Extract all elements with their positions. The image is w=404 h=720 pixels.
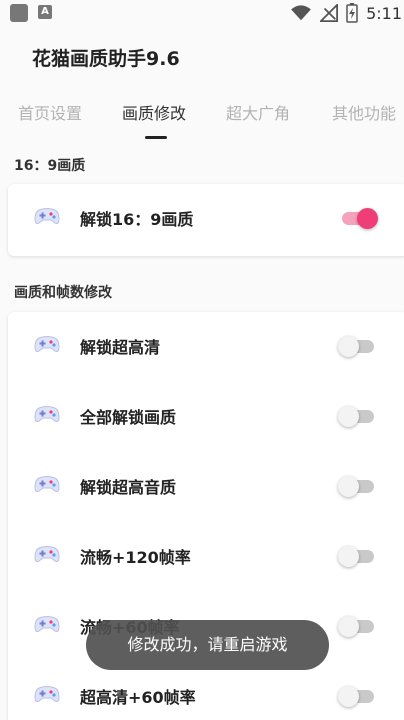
- toast-message: 修改成功，请重启游戏: [86, 620, 329, 670]
- gamepad-icon: [34, 546, 60, 562]
- battery-charging-icon: [346, 3, 358, 23]
- setting-label: 解锁超高清: [80, 338, 161, 357]
- unlock-16-9-toggle[interactable]: [338, 208, 378, 229]
- setting-row: 解锁超高音质: [8, 452, 404, 522]
- setting-row: 超高清+60帧率: [8, 662, 404, 720]
- app-notification-icon: [10, 4, 28, 22]
- unlock-ultra-audio-toggle[interactable]: [338, 476, 378, 497]
- unlock-all-quality-toggle[interactable]: [338, 406, 378, 427]
- section-title-16-9: 16：9画质: [14, 158, 86, 174]
- tab-indicator: [145, 136, 167, 139]
- tab-home-settings[interactable]: 首页设置: [18, 100, 82, 124]
- card-16-9: 解锁16：9画质: [8, 184, 404, 256]
- setting-label: 流畅+120帧率: [80, 548, 191, 567]
- gamepad-icon: [34, 616, 60, 632]
- tab-other-functions[interactable]: 其他功能: [332, 100, 396, 124]
- setting-label: 解锁超高音质: [80, 478, 177, 497]
- tab-bar: 首页设置 画质修改 超大广角 其他功能: [0, 100, 404, 140]
- gamepad-icon: [34, 406, 60, 422]
- signal-off-icon: [320, 4, 339, 22]
- tab-quality-edit[interactable]: 画质修改: [122, 100, 186, 124]
- smooth-120fps-toggle[interactable]: [338, 546, 378, 567]
- status-time: 5:11: [366, 3, 402, 23]
- wifi-icon: [291, 5, 311, 21]
- tab-wide-angle[interactable]: 超大广角: [226, 100, 290, 124]
- gamepad-icon: [34, 208, 60, 224]
- setting-label: 解锁16：9画质: [80, 210, 194, 229]
- smooth-60fps-toggle[interactable]: [338, 616, 378, 637]
- gamepad-icon: [34, 476, 60, 492]
- ultra-hd-60fps-toggle[interactable]: [338, 686, 378, 707]
- unlock-ultra-hd-toggle[interactable]: [338, 336, 378, 357]
- section-title-quality-fps: 画质和帧数修改: [14, 285, 112, 301]
- app-notification-icon-a: A: [38, 5, 52, 19]
- setting-label: 全部解锁画质: [80, 408, 177, 427]
- gamepad-icon: [34, 336, 60, 352]
- app-title: 花猫画质助手9.6: [32, 48, 180, 70]
- gamepad-icon: [34, 686, 60, 702]
- setting-row: 解锁16：9画质: [8, 184, 404, 254]
- setting-row: 解锁超高清: [8, 312, 404, 382]
- setting-row: 流畅+120帧率: [8, 522, 404, 592]
- setting-label: 超高清+60帧率: [80, 688, 196, 707]
- setting-row: 全部解锁画质: [8, 382, 404, 452]
- status-bar: A 5:11: [0, 0, 404, 28]
